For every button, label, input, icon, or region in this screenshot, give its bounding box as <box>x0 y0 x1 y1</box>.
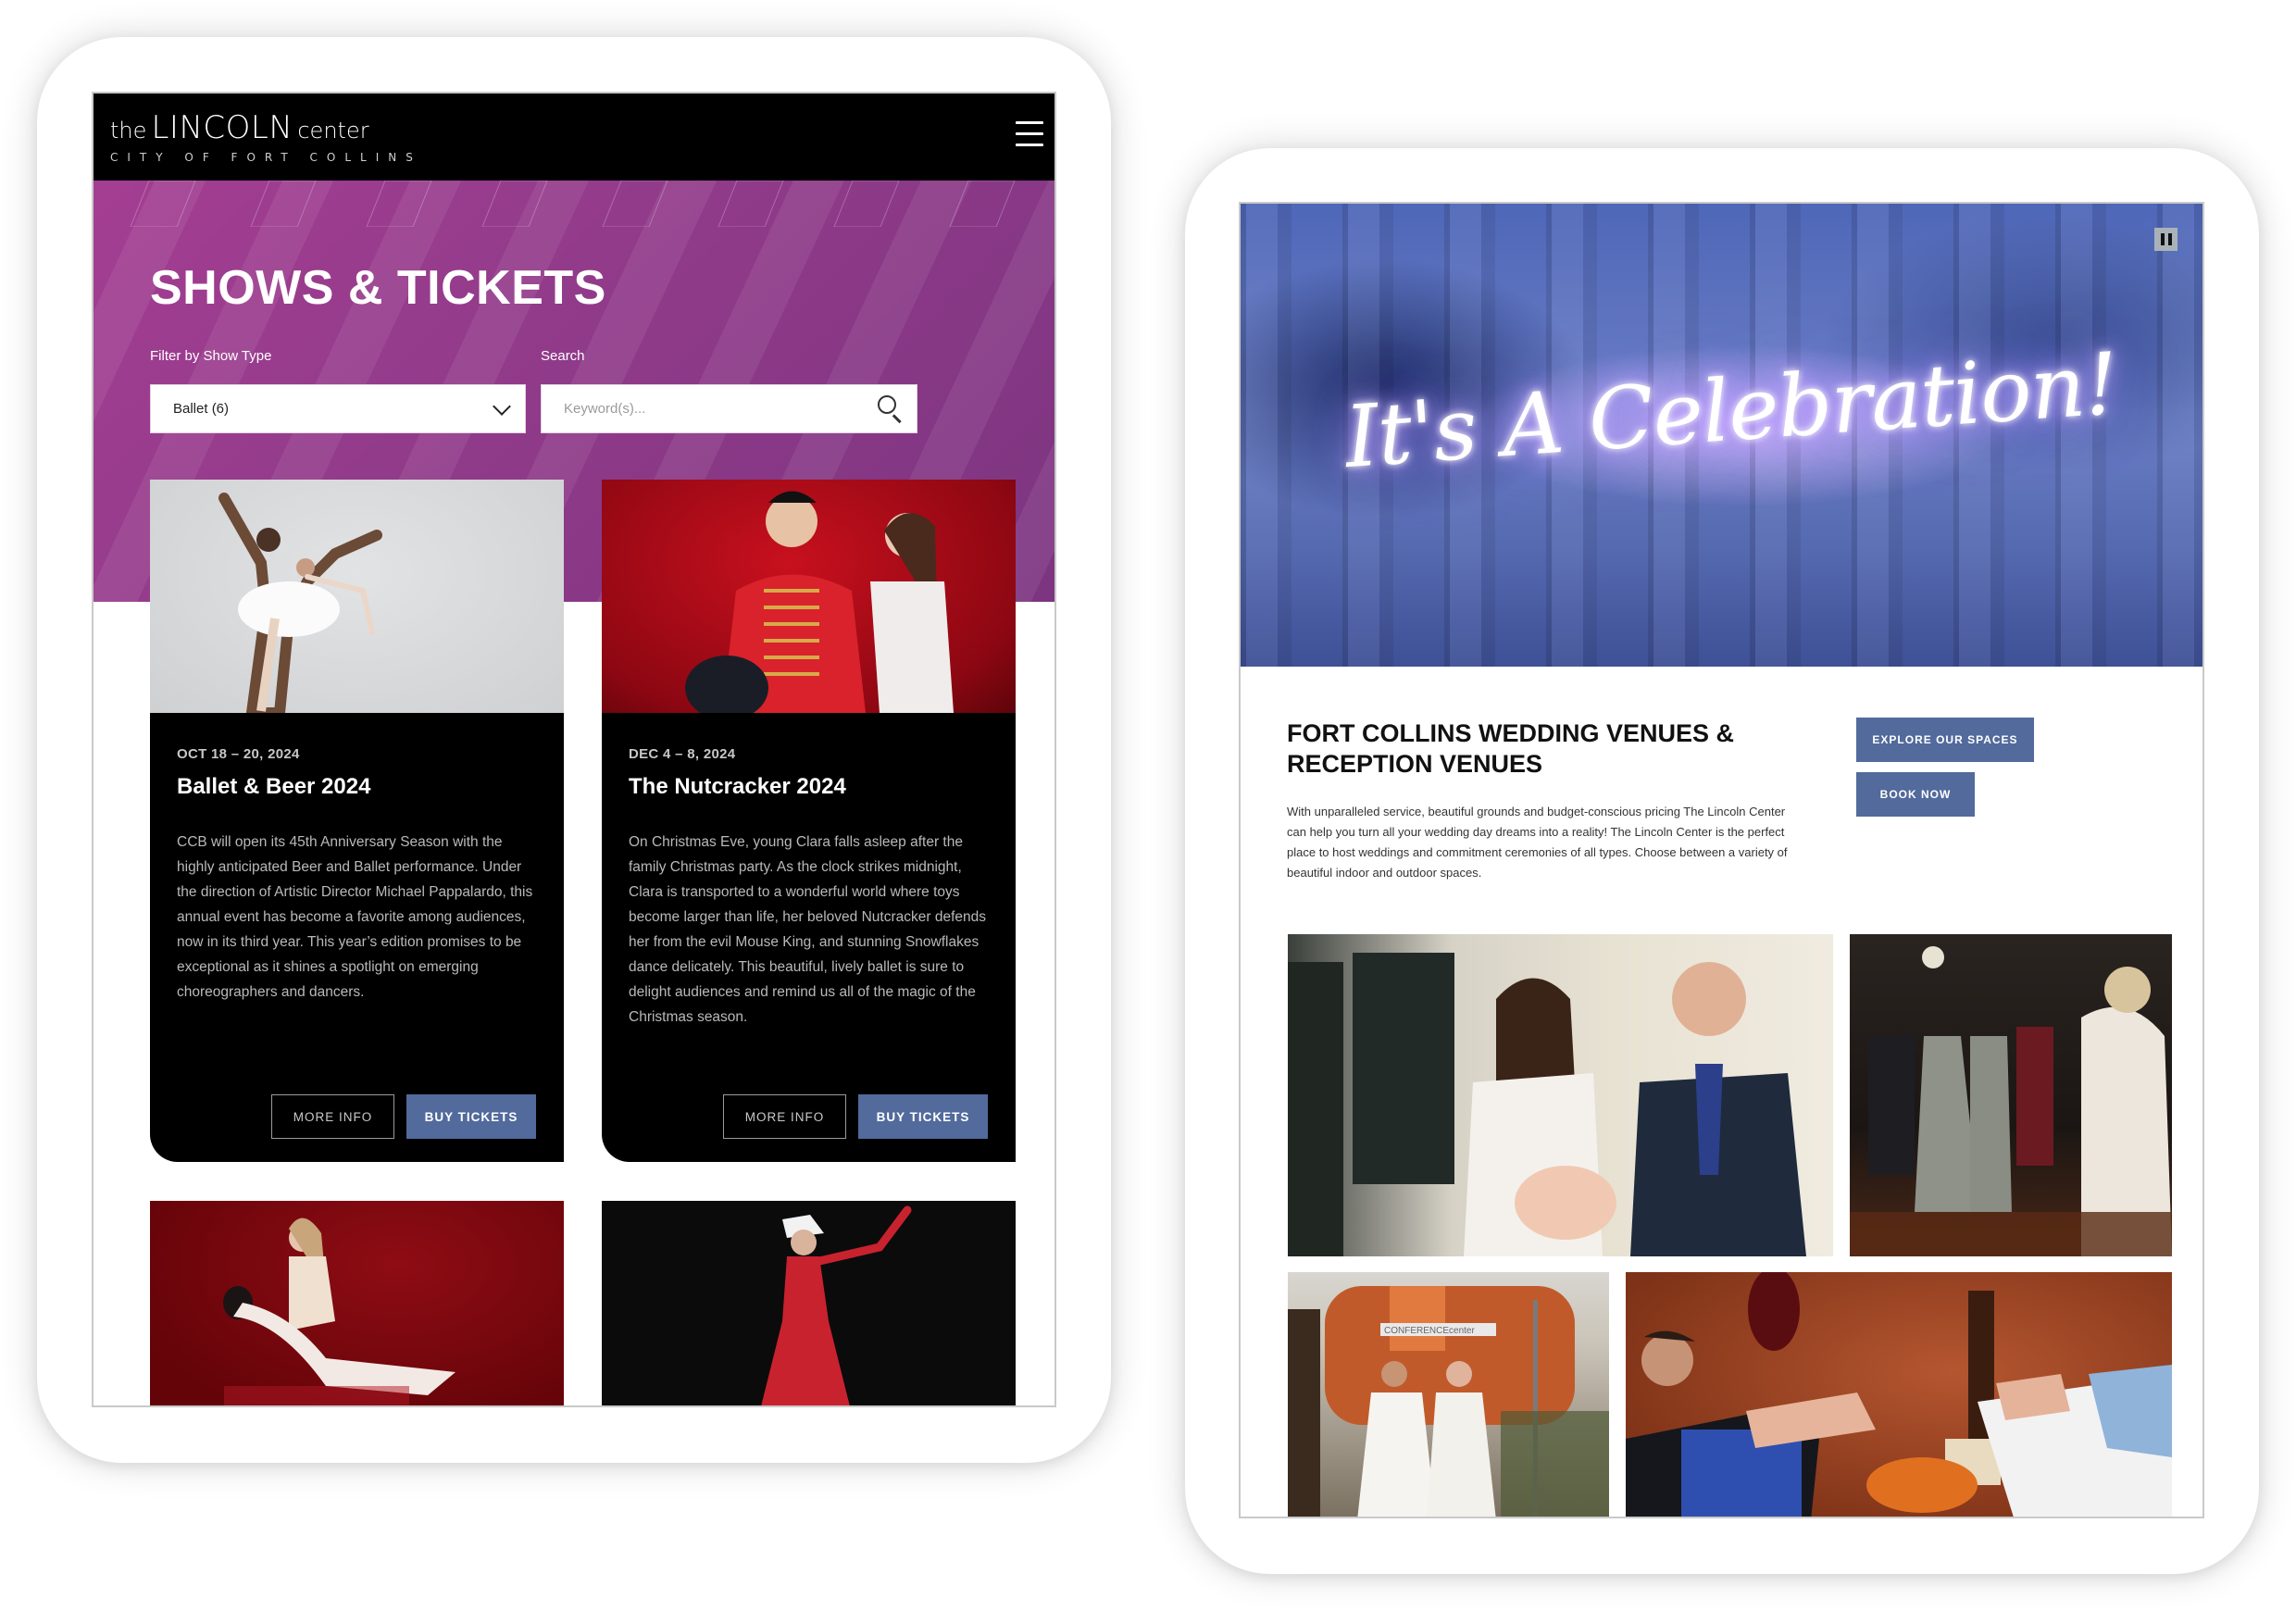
shows-tickets-page: the LINCOLN center CITY OF FORT COLLINS <box>92 92 1056 1407</box>
celebration-hero-image: It's A Celebration! <box>1241 204 2202 667</box>
show-title[interactable]: The Nutcracker 2024 <box>629 774 846 800</box>
search-icon[interactable] <box>878 394 904 423</box>
show-description: CCB will open its 45th Anniversary Seaso… <box>177 834 533 1000</box>
photo-reception-toast[interactable] <box>1626 1272 2172 1517</box>
photo-two-brides[interactable]: CONFERENCEcenter <box>1288 1272 1609 1517</box>
show-photo-red-duet[interactable] <box>150 1201 564 1405</box>
search-input[interactable] <box>564 401 860 417</box>
photo-bride-groom[interactable] <box>1288 934 1833 1256</box>
show-card-body: OCT 18 – 20, 2024 Ballet & Beer 2024 CCB… <box>150 713 564 1162</box>
more-info-button[interactable]: MORE INFO <box>723 1094 846 1139</box>
show-type-dropdown[interactable]: Ballet (6) <box>150 384 526 433</box>
photo-bouquet-toss[interactable] <box>1850 934 2172 1256</box>
wedding-venues-heading: FORT COLLINS WEDDING VENUES & RECEPTION … <box>1287 719 1735 778</box>
show-description: On Christmas Eve, young Clara falls asle… <box>629 834 986 1025</box>
site-header: the LINCOLN center CITY OF FORT COLLINS <box>94 94 1054 181</box>
logo-suffix: center <box>297 118 369 144</box>
search-label: Search <box>541 348 585 364</box>
parallelogram-outline-pattern <box>130 181 1016 227</box>
pause-icon[interactable] <box>2154 228 2177 251</box>
show-title[interactable]: Ballet & Beer 2024 <box>177 774 370 800</box>
filter-label: Filter by Show Type <box>150 348 272 364</box>
chevron-down-icon <box>493 396 511 416</box>
lincoln-center-logo[interactable]: the LINCOLN center CITY OF FORT COLLINS <box>110 112 422 164</box>
show-photo-red-dress-dancer[interactable] <box>602 1201 1016 1405</box>
logo-subtitle: CITY OF FORT COLLINS <box>110 151 422 164</box>
more-info-button[interactable]: MORE INFO <box>271 1094 394 1139</box>
buy-tickets-button[interactable]: BUY TICKETS <box>406 1094 536 1139</box>
weddings-page: It's A Celebration! FORT COLLINS WEDDING… <box>1239 202 2204 1518</box>
page-title: SHOWS & TICKETS <box>150 261 606 315</box>
search-field[interactable] <box>541 384 917 433</box>
book-now-button[interactable]: BOOK NOW <box>1856 772 1975 817</box>
show-photo-nutcracker[interactable] <box>602 480 1016 713</box>
conference-center-sign: CONFERENCEcenter <box>1384 1326 1475 1336</box>
show-date: DEC 4 – 8, 2024 <box>629 746 736 762</box>
show-card-body: DEC 4 – 8, 2024 The Nutcracker 2024 On C… <box>602 713 1016 1162</box>
show-type-selected: Ballet (6) <box>173 401 230 417</box>
buy-tickets-button[interactable]: BUY TICKETS <box>858 1094 988 1139</box>
logo-prefix: the <box>110 118 147 144</box>
logo-name: LINCOLN <box>151 109 293 146</box>
show-date: OCT 18 – 20, 2024 <box>177 746 300 762</box>
hamburger-icon[interactable] <box>1016 121 1043 149</box>
explore-spaces-button[interactable]: EXPLORE OUR SPACES <box>1856 718 2034 762</box>
show-photo-ballet-beer[interactable] <box>150 480 564 713</box>
wedding-venues-description: With unparalleled service, beautiful gro… <box>1287 805 1788 880</box>
